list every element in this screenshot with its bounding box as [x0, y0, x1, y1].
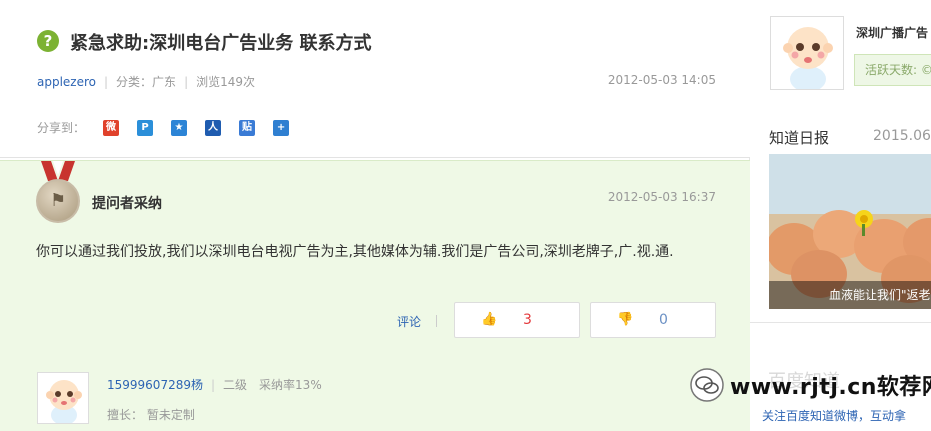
flag-icon: ⚑ — [50, 190, 67, 211]
qq-space-icon[interactable]: P — [137, 119, 154, 136]
sidebar-divider — [750, 322, 931, 323]
question-title: 紧急求助:深圳电台广告业务 联系方式 — [70, 33, 372, 54]
question-icon: ? — [37, 30, 59, 52]
watermark-text: www.rjtj.cn软荐网 — [730, 375, 931, 400]
more-share-icon[interactable]: + — [273, 119, 290, 136]
ribao-date: 2015.06. — [873, 128, 931, 144]
answer-date: 2012-05-03 16:37 — [607, 190, 716, 204]
downvote-button[interactable]: 👎 0 — [590, 302, 716, 338]
question-meta: applezero | 分类：广东 | 浏览149次 — [37, 73, 255, 90]
sidebar-user-name[interactable]: 深圳广播广告 — [856, 24, 928, 41]
watermark: www.rjtj.cn软荐网 — [690, 367, 931, 403]
answerer-skill: 擅长： 暂未定制 — [107, 408, 195, 422]
meta-separator: | — [210, 378, 216, 392]
share-label: 分享到： — [37, 121, 86, 135]
sina-weibo-icon[interactable]: 微 — [103, 119, 120, 136]
meta-separator: | — [184, 75, 189, 89]
baby-avatar-icon — [38, 373, 88, 423]
downvote-count: 0 — [659, 312, 668, 328]
meta-separator: | — [104, 75, 109, 89]
divider — [436, 315, 437, 327]
asker-link[interactable]: applezero — [37, 75, 96, 89]
active-days-badge: 活跃天数: © — [854, 54, 931, 86]
upvote-count: 3 — [523, 312, 532, 328]
thumbs-down-icon: 👎 — [617, 312, 634, 327]
best-answer: ⚑ 提问者采纳 2012-05-03 16:37 你可以通过我们投放,我们以深圳… — [0, 160, 750, 350]
medal-icon: ⚑ — [36, 179, 80, 223]
weibo-follow-link[interactable]: 关注百度知道微博，互动拿 — [762, 407, 906, 424]
answerer-name-link[interactable]: 15999607289杨 — [107, 378, 203, 392]
answerer-avatar[interactable] — [37, 372, 89, 424]
main-content: ? 紧急求助:深圳电台广告业务 联系方式 applezero | 分类：广东 | 浏览1… — [0, 0, 750, 431]
question-date: 2012-05-03 14:05 — [607, 73, 716, 87]
sidebar-avatar[interactable] — [770, 16, 844, 90]
answerer-line: 15999607289杨 | 二级 采纳率13% — [107, 376, 322, 393]
share-bar: 分享到： 微 P ★ 人 贴 + — [37, 119, 290, 136]
question-category[interactable]: 分类：广东 — [116, 75, 176, 89]
best-answer-label: 提问者采纳 — [92, 196, 162, 212]
qzone-icon[interactable]: ★ — [171, 119, 188, 136]
comment-button[interactable]: 评论 — [397, 313, 421, 330]
question-views: 浏览149次 — [196, 75, 256, 89]
wechat-icon — [690, 368, 724, 402]
ribao-photo[interactable]: 血液能让我们"返老 — [769, 154, 931, 309]
tieba-icon[interactable]: 贴 — [239, 119, 256, 136]
answerer-adopt-rate: 采纳率13% — [259, 378, 322, 392]
thumbs-up-icon: 👍 — [481, 312, 498, 327]
answerer-info: 15999607289杨 | 二级 采纳率13% 擅长： 暂未定制 — [0, 350, 750, 431]
answer-text: 你可以通过我们投放,我们以深圳电台电视广告为主,其他媒体为辅.我们是广告公司,深… — [36, 244, 674, 260]
baby-avatar-icon — [771, 17, 843, 89]
photo-caption: 血液能让我们"返老 — [769, 281, 931, 309]
question-header: ? 紧急求助:深圳电台广告业务 联系方式 applezero | 分类：广东 | 浏览1… — [0, 0, 750, 158]
ribao-title[interactable]: 知道日报 — [769, 127, 829, 148]
upvote-button[interactable]: 👍 3 — [454, 302, 580, 338]
medal-ribbon-icon — [41, 161, 75, 181]
answerer-level: 二级 — [223, 378, 248, 392]
renren-icon[interactable]: 人 — [205, 119, 222, 136]
